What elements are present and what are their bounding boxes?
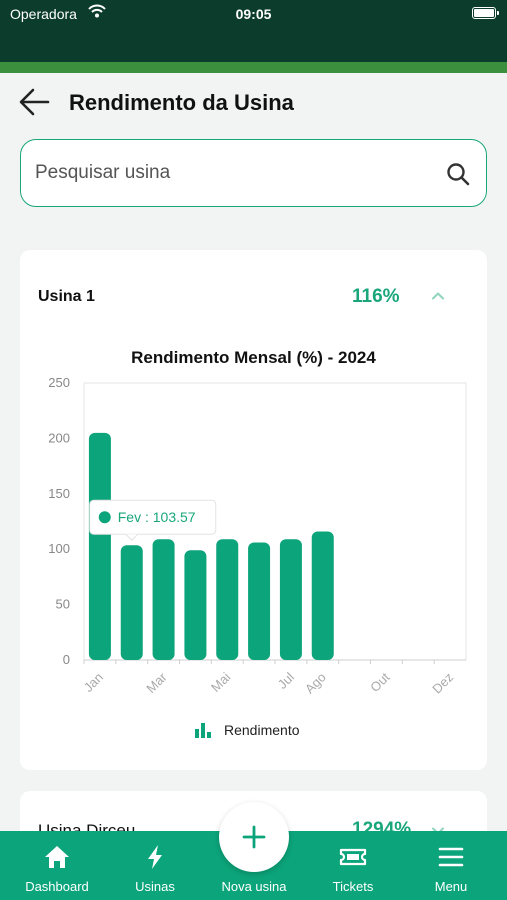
ticket-icon [339,848,367,866]
tab-usinas[interactable]: Usinas [110,831,200,900]
header-accent-stripe [0,62,507,73]
bar-chart-icon [195,723,211,738]
bar [184,550,207,660]
x-tick-label: Jul [275,669,297,691]
tab-menu[interactable]: Menu [406,831,496,900]
chevron-up-icon[interactable] [428,286,448,306]
y-tick-label: 150 [48,486,70,501]
home-icon [45,846,69,868]
chart-legend[interactable]: Rendimento [194,720,300,740]
plus-icon [242,825,266,849]
search-box[interactable] [20,139,487,207]
bar [216,539,239,660]
tooltip-text: Fev : 103.57 [118,509,196,525]
chart-title: Rendimento Mensal (%) - 2024 [131,348,376,367]
x-tick-label: Dez [429,670,456,697]
plant-name: Usina 1 [38,288,95,305]
tab-label: Dashboard [25,879,89,894]
x-tick-label: Out [367,669,393,695]
search-icon[interactable] [445,161,471,187]
add-plant-button[interactable] [219,802,289,872]
status-bar: Operadora 09:05 [0,0,507,62]
tab-label: Tickets [332,879,374,894]
tab-tickets[interactable]: Tickets [308,831,398,900]
tab-dashboard[interactable]: Dashboard [12,831,102,900]
search-input[interactable] [35,150,435,196]
x-tick-label: Ago [302,670,329,697]
legend-label: Rendimento [224,722,300,738]
back-arrow-icon[interactable] [18,87,52,117]
menu-icon [438,847,464,867]
bar [279,539,302,660]
x-tick-label: Mai [208,669,233,694]
bar [120,545,143,660]
bar [88,432,111,660]
bar [152,539,175,660]
tab-label: Usinas [135,879,175,894]
tab-label: Menu [434,879,468,894]
x-tick-label: Mar [143,669,170,696]
y-tick-label: 200 [48,430,70,445]
y-tick-label: 100 [48,541,70,556]
y-tick-label: 250 [48,375,70,390]
tooltip-dot [98,511,111,524]
tooltip-pointer [125,533,139,541]
bar-chart: 0 50 100 150 200 250 Jan Mar Mai Jul Ago Out Dez Fev … [48,375,467,697]
tab-label-nova-usina[interactable]: Nova usina [204,879,304,894]
page-title: Rendimento da Usina [69,90,294,115]
bar [248,542,271,660]
page-header: Rendimento da Usina [0,73,507,133]
plant-percent: 116% [352,286,400,307]
clock-time: 09:05 [235,6,272,22]
plant-card: Usina 1 116% Rendimento Mensal (%) - 202… [20,250,487,770]
bolt-icon [148,845,162,869]
y-tick-label: 50 [56,597,70,612]
battery-icon [472,7,499,19]
x-tick-label: Jan [81,670,106,695]
bar [311,531,334,660]
y-tick-label: 0 [63,652,70,667]
